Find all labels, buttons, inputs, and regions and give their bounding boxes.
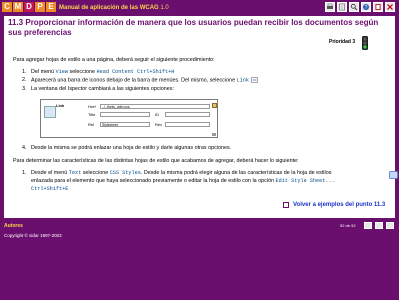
step-text: enlazada para el elemento que haya selec… [31, 178, 276, 184]
step-text: Del menú [31, 69, 56, 75]
app-header: C M D P E Manual de aplicación de las WC… [0, 0, 399, 16]
step-text: . Desde la misma podrá elegir alguna de … [140, 170, 332, 176]
traffic-light-icon [360, 36, 370, 55]
step-number: 2. [22, 77, 27, 83]
step-text: Desde la misma se podrá enlazar una hoja… [31, 145, 232, 151]
id-field [165, 112, 210, 117]
rev-label: Rev [155, 122, 163, 127]
logo-letter: P [35, 2, 45, 12]
back-arrow-icon[interactable] [283, 202, 289, 208]
search-icon[interactable] [349, 2, 359, 12]
logo-letter: M [13, 2, 23, 12]
step-text: seleccione [81, 170, 110, 176]
rel-field: Stylesheet [100, 122, 150, 127]
menu-code: Link [236, 77, 250, 84]
priority-label: Prioridad 3 [329, 39, 356, 45]
app-version: 1.0 [160, 5, 169, 11]
back-link[interactable]: Volver a ejemplos del punto 11.3 [293, 201, 385, 209]
step-number: 3. [22, 86, 27, 92]
next-page-icon[interactable] [386, 222, 394, 229]
id-label: ID [155, 112, 159, 117]
app-title-text: Manual de aplicación de las WCAG [59, 5, 159, 11]
index-icon[interactable] [337, 2, 347, 12]
href-field: ../../fonts_ddm.css [100, 104, 210, 109]
close-icon[interactable] [385, 2, 395, 12]
step-number: 1. [22, 69, 27, 75]
folder-icon [212, 103, 217, 108]
step-text: Desde el menú [31, 170, 69, 176]
help-icon[interactable]: ? [361, 2, 371, 12]
step-item: Aparecerá una barra de iconos debajo de … [31, 77, 258, 84]
step-item: Desde el menú Text seleccione CSS Styles… [31, 170, 331, 177]
logo-letter: C [2, 2, 12, 12]
step-text: seleccione [68, 69, 97, 75]
index-page-icon[interactable] [375, 222, 383, 229]
title-field [100, 112, 150, 117]
title-label: Title [88, 112, 96, 117]
step-item: enlazada para el elemento que haya selec… [31, 178, 335, 185]
page-title: 11.3 Proporcionar información de manera … [8, 18, 379, 37]
menu-code: Text [68, 170, 82, 176]
menu-code: Ctrl+Shift+E [31, 186, 69, 192]
link-icon [44, 106, 56, 118]
svg-text:?: ? [365, 5, 368, 11]
rel-label: Rel [88, 122, 95, 127]
inspector-screenshot: Link Href ../../fonts_ddm.css Title ID R… [40, 99, 218, 138]
app-title: Manual de aplicación de las WCAG 1.0 [59, 3, 169, 13]
step-text: La ventana del Ispector cambiará a las s… [31, 86, 174, 92]
scroll-arrow-icon[interactable] [389, 171, 398, 179]
logo-letter: D [24, 2, 34, 12]
inspector-label: Link [56, 103, 65, 108]
step-number: 1. [22, 170, 27, 176]
logo-letter: E [46, 2, 56, 12]
page-counter: 92 de 92 [340, 223, 356, 228]
authors-link[interactable]: Autores [4, 223, 23, 229]
copyright: Copyright © sidar 1997-2003 [4, 233, 62, 238]
menu-code: Head Content Ctrl+Shift+H [96, 69, 175, 75]
menu-code: CSS Styles [109, 170, 141, 176]
step-item: Del menú View seleccione Head Content Ct… [31, 69, 174, 76]
href-label: Href [88, 104, 96, 109]
step-text: Aparecerá una barra de iconos debajo de … [31, 77, 237, 84]
link-icon [250, 77, 258, 83]
rev-field [165, 122, 210, 127]
previous-page-icon[interactable] [364, 222, 372, 229]
menu-code: Edit Style Sheet... [275, 178, 335, 184]
intro-text: Para agregar hojas de estilo a una págin… [13, 57, 215, 63]
expand-icon [212, 133, 216, 136]
glossary-icon[interactable] [373, 2, 383, 12]
step-number: 4. [22, 145, 27, 151]
menu-code: View [55, 69, 69, 75]
print-icon[interactable] [325, 2, 335, 12]
paragraph: Para determinar las características de l… [13, 158, 299, 164]
step-item: Ctrl+Shift+E [31, 186, 68, 193]
